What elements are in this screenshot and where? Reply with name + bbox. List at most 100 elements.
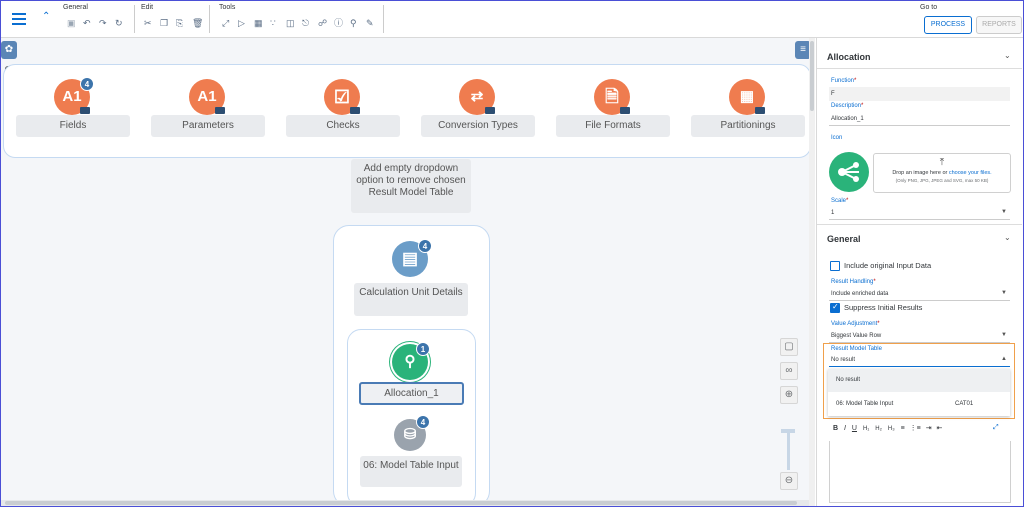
function-field: F — [829, 87, 1010, 101]
chevron-down-icon[interactable]: ⌄ — [1004, 51, 1011, 60]
hierarchy-icon[interactable]: ☍ — [318, 18, 327, 28]
function-label: Function* — [831, 78, 857, 84]
undo-icon[interactable]: ↶ — [83, 18, 91, 28]
drop-text: Drop an image here or choose your files. — [892, 170, 992, 176]
save-icon[interactable]: ▣ — [67, 18, 76, 28]
result-handling-select[interactable]: Include enriched data — [829, 287, 1010, 301]
align-icon[interactable]: ≡ — [901, 425, 905, 432]
include-original-label: Include original Input Data — [844, 261, 932, 270]
expand-icon[interactable]: ⤢ — [993, 424, 999, 432]
include-original-checkbox[interactable] — [830, 261, 840, 271]
fit-screen-icon[interactable]: ▢ — [780, 338, 798, 356]
paste-icon[interactable]: ⎘ — [176, 18, 183, 28]
share-icon[interactable]: ⎋ — [302, 18, 309, 28]
choose-files-link[interactable]: choose your files. — [949, 170, 992, 176]
bullet-list-icon[interactable]: ⋮≡ — [910, 425, 921, 432]
dropdown-arrow-icon[interactable]: ▼ — [1001, 209, 1007, 215]
zoom-slider-track[interactable] — [787, 430, 790, 470]
dropdown-arrow-icon[interactable]: ▲ — [1001, 356, 1007, 362]
suppress-initial-label: Suppress Initial Results — [844, 303, 923, 312]
cut-icon[interactable]: ✂ — [144, 18, 152, 28]
rich-text-editor[interactable] — [829, 441, 1011, 503]
dropdown-option[interactable]: 06: Model Table Input CAT01 — [828, 393, 1010, 416]
link-icon[interactable]: ∞ — [780, 362, 798, 380]
underline-icon[interactable]: U — [852, 425, 857, 432]
distribute-icon[interactable]: ∵ — [270, 18, 276, 28]
dropdown-option[interactable]: No result — [828, 369, 1010, 392]
palette-icon[interactable]: ✿ — [1, 41, 17, 59]
heading1-icon[interactable]: H₁ — [863, 426, 869, 432]
allocation-section-title: Allocation — [827, 52, 871, 62]
rich-text-toolbar: B I U H₁ H₂ H₃ ≡ ⋮≡ ⇥ ⇤ ⤢ — [829, 424, 1011, 440]
toolbar-divider — [134, 5, 135, 33]
refresh-icon[interactable]: ↻ — [115, 18, 123, 28]
toolbar-divider — [209, 5, 210, 33]
dropdown-arrow-icon[interactable]: ▼ — [1001, 332, 1007, 338]
suppress-initial-checkbox[interactable]: ✓ — [830, 302, 840, 313]
dropdown-arrow-icon[interactable]: ▼ — [1001, 290, 1007, 296]
heading2-icon[interactable]: H₂ — [875, 426, 882, 432]
model-table-label: 06: Model Table Input — [360, 456, 462, 487]
result-handling-label: Result Handling* — [831, 279, 876, 285]
divider — [817, 224, 1022, 225]
description-input[interactable]: Allocation_1 — [829, 112, 1010, 126]
toolbar-group-general: General — [63, 4, 88, 11]
allocation-large-icon — [829, 152, 869, 192]
info-icon[interactable]: ⓘ — [334, 18, 343, 28]
zoom-in-icon[interactable]: ⊕ — [780, 386, 798, 404]
toolbar-group-tools: Tools — [219, 4, 236, 11]
vertical-scroll-thumb[interactable] — [810, 41, 814, 111]
app-frame: ⌃ General ▣ ↶ ↷ ↻ Edit ✂ ❐ ⎘ 🗑 Tools ⤢ ▷… — [0, 0, 1024, 507]
redo-icon[interactable]: ↷ — [99, 18, 107, 28]
inspect-icon[interactable]: ⚲ — [350, 18, 357, 28]
goto-label: Go to — [920, 4, 938, 11]
collapse-icon[interactable]: ⌃ — [42, 11, 50, 22]
value-adjustment-select[interactable]: Biggest Value Row — [829, 329, 1010, 343]
value-adjustment-label: Value Adjustment* — [831, 321, 880, 327]
count-badge: 4 — [418, 239, 432, 253]
result-model-select[interactable]: No result — [829, 353, 1010, 367]
result-model-dropdown-list: No result 06: Model Table Input CAT01 — [828, 369, 1010, 416]
edit-icon[interactable]: ✎ — [366, 18, 374, 28]
share-nodes-icon — [838, 162, 859, 182]
drop-hint: (Only PNG, JPG, JPEG and SVG, max 50 KB) — [895, 178, 989, 183]
copy-icon[interactable]: ❐ — [160, 18, 168, 28]
reports-button[interactable]: REPORTS — [976, 16, 1022, 34]
scale-label: Scale* — [831, 198, 849, 204]
description-label: Description* — [831, 103, 864, 109]
process-button[interactable]: PROCESS — [924, 16, 972, 34]
type-label: File Formats — [556, 115, 670, 137]
delete-icon[interactable]: 🗑 — [192, 18, 203, 28]
horizontal-scroll-thumb[interactable] — [5, 501, 797, 505]
outdent-icon[interactable]: ⇤ — [937, 425, 943, 432]
allocation-label[interactable]: Allocation_1 — [359, 382, 464, 405]
types-container — [3, 64, 811, 158]
bold-icon[interactable]: B — [833, 425, 838, 432]
folder-icon — [620, 107, 630, 114]
chevron-down-icon[interactable]: ⌄ — [1004, 233, 1011, 242]
zoom-out-icon[interactable]: ⊖ — [780, 472, 798, 490]
italic-icon[interactable]: I — [844, 425, 846, 432]
image-dropzone[interactable]: ⤒ Drop an image here or choose your file… — [873, 153, 1011, 193]
folder-icon — [350, 107, 360, 114]
heading3-icon[interactable]: H₃ — [888, 426, 895, 432]
toolbar-group-edit: Edit — [141, 4, 154, 11]
annotation-note: Add empty dropdown option to remove chos… — [351, 159, 471, 213]
type-label: Fields — [16, 115, 130, 137]
result-model-label: Result Model Table — [831, 346, 882, 352]
icon-label: Icon — [831, 135, 843, 141]
table-icon[interactable]: ▦ — [254, 18, 263, 28]
type-label: Checks — [286, 115, 400, 137]
export-icon[interactable]: ◫ — [286, 18, 295, 28]
folder-icon — [485, 107, 495, 114]
run-icon[interactable]: ▷ — [238, 18, 245, 28]
auto-layout-icon[interactable]: ⤢ — [222, 18, 229, 28]
menu-icon[interactable] — [12, 13, 26, 28]
scale-select[interactable]: 1 — [829, 206, 1010, 220]
type-label: Partitionings — [691, 115, 805, 137]
indent-icon[interactable]: ⇥ — [926, 425, 932, 432]
calculation-unit-label: Calculation Unit Details — [354, 283, 468, 316]
folder-icon — [80, 107, 90, 114]
count-badge: 4 — [416, 415, 430, 429]
zoom-slider-handle[interactable] — [781, 429, 795, 433]
